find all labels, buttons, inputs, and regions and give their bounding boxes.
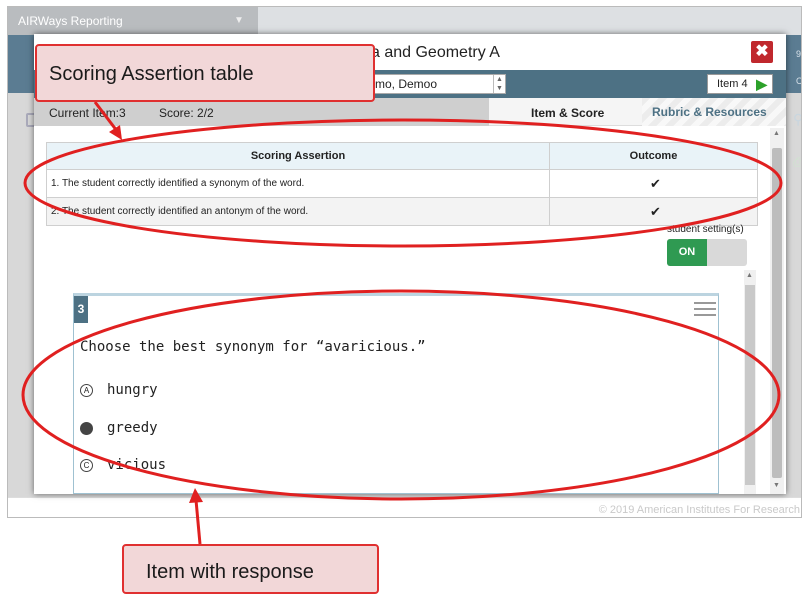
question-text: Choose the best synonym for “avaricious.… (80, 339, 426, 355)
student-setting-toggle[interactable]: ON (667, 239, 747, 266)
tab-rubric-resources[interactable]: Rubric & Resources (642, 98, 786, 126)
next-item-button[interactable]: Item 4 ▶ (707, 74, 773, 94)
score-text: Score: 2/2 (159, 106, 214, 120)
spinner-icon[interactable]: ▲ ▼ (493, 75, 505, 93)
print-icon: ⎙ (793, 155, 802, 169)
item-number-badge: 3 (74, 296, 88, 323)
copyright-text: © 2019 American Institutes For Research (598, 504, 800, 516)
dropdown-caret-icon[interactable]: ▼ (234, 7, 244, 35)
option-a-text: hungry (107, 382, 158, 398)
next-item-label: Item 4 (717, 78, 748, 90)
next-arrow-icon: ▶ (756, 76, 767, 92)
scroll-thumb[interactable] (745, 285, 755, 485)
close-button[interactable]: ✖ (751, 41, 773, 63)
option-c[interactable]: Cvicious (80, 457, 166, 473)
close-icon: ✖ (755, 43, 769, 60)
table-row: 2. The student correctly identified an a… (46, 197, 758, 226)
table-row: 1. The student correctly identified a sy… (46, 169, 758, 198)
student-name: mo, Demoo (375, 77, 438, 91)
menu-icon[interactable] (694, 302, 716, 320)
item-score-modal: a and Geometry A ✖ mo, Demoo ▲ ▼ Item 4 ▶… (34, 34, 786, 494)
item-panel: 3 Choose the best synonym for “avariciou… (73, 293, 719, 494)
modal-title: a and Geometry A (371, 44, 500, 61)
scroll-up-icon[interactable]: ▲ (773, 130, 780, 137)
search-icon: ⚲ (793, 111, 801, 128)
scroll-down-icon[interactable]: ▼ (773, 482, 780, 489)
header-fragment-text: 998 (796, 49, 802, 59)
outcome-check-icon: ✔ (549, 197, 758, 226)
toggle-on-label: ON (667, 239, 707, 266)
header-fragment-text: Ou (796, 76, 801, 86)
option-b[interactable]: greedy (80, 420, 158, 436)
option-c-radio[interactable]: C (80, 458, 93, 472)
app-tab[interactable]: AIRWays Reporting ▼ (8, 7, 258, 35)
scroll-up-icon[interactable]: ▲ (746, 272, 753, 279)
scroll-thumb[interactable] (772, 148, 782, 478)
table-header-row: Scoring Assertion Outcome (46, 142, 758, 170)
student-setting-label: student setting(s) (667, 224, 744, 235)
app-top-bar: AIRWays Reporting ▼ (8, 7, 801, 35)
column-header-assertion: Scoring Assertion (46, 142, 550, 170)
option-c-text: vicious (107, 457, 167, 473)
student-select[interactable]: mo, Demoo ▲ ▼ (370, 74, 506, 94)
scoring-assertion-table: Scoring Assertion Outcome 1. The student… (46, 142, 758, 226)
modal-scrollbar[interactable]: ▲ ▼ (770, 128, 784, 494)
status-bar: Current Item:3 Score: 2/2 Item & Score R… (34, 98, 786, 126)
item-response-callout: Item with response (122, 544, 379, 594)
option-a[interactable]: Ahungry (80, 382, 158, 398)
option-a-radio[interactable]: A (80, 383, 93, 397)
tab-item-score[interactable]: Item & Score (531, 106, 604, 120)
app-tab-title: AIRWays Reporting (18, 14, 123, 28)
option-b-radio-selected[interactable] (80, 421, 93, 435)
assertion-cell: 2. The student correctly identified an a… (46, 197, 550, 226)
scoring-assertion-callout: Scoring Assertion table (35, 44, 375, 102)
column-header-outcome: Outcome (549, 142, 758, 170)
current-item-text: Current Item:3 (49, 106, 126, 120)
assertion-cell: 1. The student correctly identified a sy… (46, 169, 550, 198)
outcome-check-icon: ✔ (549, 169, 758, 198)
option-b-text: greedy (107, 420, 158, 436)
item-scrollbar[interactable]: ▲ (744, 270, 756, 494)
